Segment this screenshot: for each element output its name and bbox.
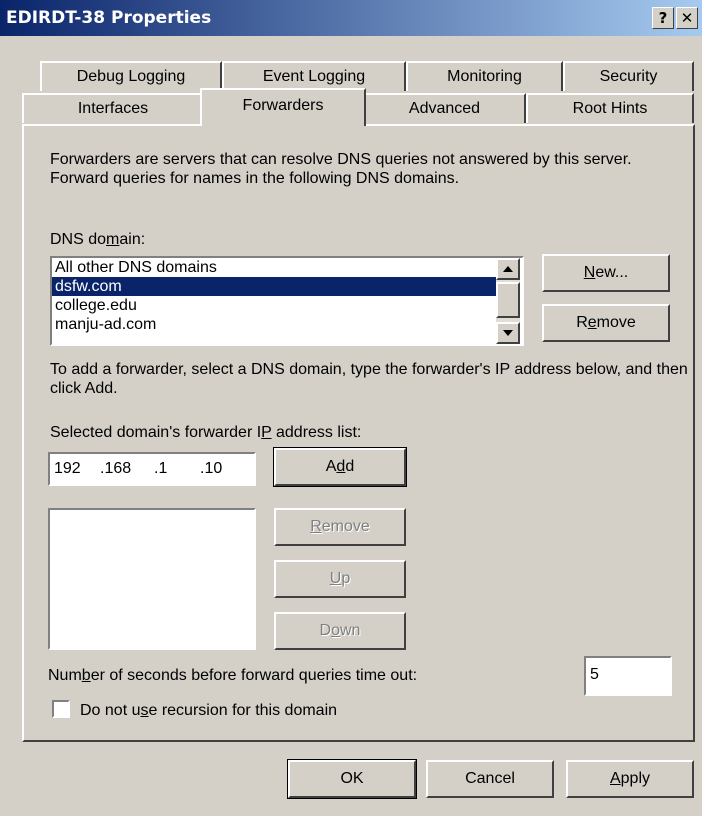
- ip-address-input[interactable]: 192 .168 .1 .10: [48, 452, 256, 486]
- tab-event-logging[interactable]: Event Logging: [222, 61, 406, 91]
- list-item[interactable]: college.edu: [52, 296, 501, 315]
- ip-octet-3[interactable]: .1: [154, 460, 167, 478]
- forwarder-ip-list[interactable]: [48, 508, 256, 650]
- tab-interfaces[interactable]: Interfaces: [22, 93, 204, 123]
- add-button[interactable]: Add: [273, 447, 407, 487]
- new-domain-key: N: [583, 264, 596, 281]
- dns-domain-label-key: m: [106, 231, 120, 248]
- tab-monitoring[interactable]: Monitoring: [406, 61, 563, 91]
- remove-domain-button[interactable]: Remove: [542, 304, 670, 342]
- apply-rest: pply: [620, 770, 651, 787]
- scroll-thumb[interactable]: [496, 282, 520, 318]
- timeout-input[interactable]: 5: [584, 656, 672, 696]
- timeout-label-post: er of seconds before forward queries tim…: [90, 667, 418, 684]
- close-button[interactable]: ✕: [676, 7, 698, 29]
- remove-ip-key: R: [310, 518, 322, 535]
- apply-key: A: [609, 770, 621, 787]
- apply-button[interactable]: Apply: [566, 760, 694, 798]
- ip-list-label: Selected domain's forwarder IP address l…: [50, 423, 361, 442]
- window-title: EDIRDT-38 Properties: [6, 8, 212, 28]
- remove-domain-key: e: [587, 314, 597, 331]
- down-key: o: [331, 622, 340, 639]
- add-key: d: [336, 458, 346, 475]
- cancel-button[interactable]: Cancel: [426, 760, 554, 798]
- close-icon: ✕: [680, 9, 694, 27]
- remove-ip-button: Remove: [274, 508, 406, 546]
- scroll-down-button[interactable]: [496, 322, 520, 344]
- dns-domain-list[interactable]: All other DNS domains dsfw.com college.e…: [50, 256, 524, 346]
- ok-button[interactable]: OK: [287, 759, 417, 799]
- tab-root-hints[interactable]: Root Hints: [526, 93, 694, 123]
- list-item[interactable]: manju-ad.com: [52, 315, 501, 334]
- ip-list-label-key: P: [261, 424, 272, 441]
- instruction-text: To add a forwarder, select a DNS domain,…: [50, 361, 688, 397]
- list-item[interactable]: All other DNS domains: [52, 258, 501, 277]
- scroll-up-button[interactable]: [496, 258, 520, 280]
- timeout-label-key: b: [81, 667, 91, 684]
- tab-security[interactable]: Security: [563, 61, 694, 91]
- ip-octet-1[interactable]: 192: [54, 460, 81, 478]
- remove-domain-rest: move: [596, 314, 636, 331]
- ip-list-label-pre: Selected domain's forwarder I: [50, 424, 262, 441]
- down-rest: wn: [340, 622, 361, 639]
- dns-domain-label-pre: DNS do: [50, 231, 107, 248]
- timeout-label-pre: Num: [48, 667, 82, 684]
- new-domain-button[interactable]: New...: [542, 254, 670, 292]
- recursion-label[interactable]: Do not use recursion for this domain: [80, 701, 337, 720]
- tab-debug-logging[interactable]: Debug Logging: [40, 61, 222, 91]
- new-domain-rest: ew...: [595, 264, 629, 281]
- scrollbar[interactable]: [496, 258, 520, 344]
- recursion-label-pre: Do not u: [80, 702, 141, 719]
- move-up-button: Up: [274, 560, 406, 598]
- remove-ip-rest: emove: [321, 518, 370, 535]
- move-down-button: Down: [274, 612, 406, 650]
- arrow-down-icon: [503, 330, 513, 336]
- list-item-selected[interactable]: dsfw.com: [52, 277, 501, 296]
- recursion-checkbox[interactable]: [52, 700, 70, 718]
- dns-domain-label-post: ain:: [119, 231, 146, 248]
- description-text: Forwarders are servers that can resolve …: [50, 151, 632, 187]
- ip-octet-2[interactable]: .168: [100, 460, 131, 478]
- dns-domain-label: DNS domain:: [50, 230, 145, 249]
- remove-domain-pre: R: [576, 314, 588, 331]
- help-button[interactable]: ?: [652, 7, 674, 29]
- add-pre: A: [325, 458, 337, 475]
- tab-forwarders[interactable]: Forwarders: [200, 88, 366, 126]
- recursion-label-post: e recursion for this domain: [148, 702, 338, 719]
- add-rest: d: [345, 458, 355, 475]
- up-key: U: [329, 570, 342, 587]
- timeout-label: Number of seconds before forward queries…: [48, 666, 417, 685]
- down-pre: D: [319, 622, 332, 639]
- tab-advanced[interactable]: Advanced: [363, 93, 526, 123]
- ip-octet-4[interactable]: .10: [200, 460, 222, 478]
- ip-list-label-post: address list:: [271, 424, 362, 441]
- up-rest: p: [341, 570, 351, 587]
- arrow-up-icon: [503, 266, 513, 272]
